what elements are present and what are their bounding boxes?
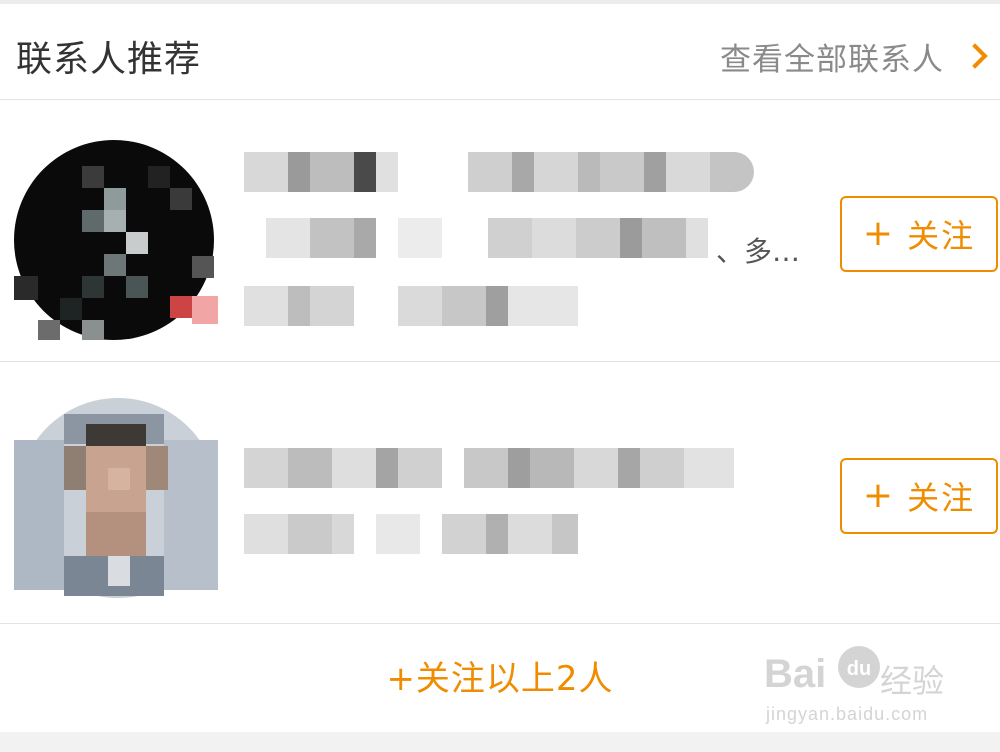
baidu-jingyan-watermark: Bai du 经验 jingyan.baidu.com (764, 644, 994, 734)
follow-button[interactable]: + 关注 (840, 458, 998, 534)
contact-desc-redacted (244, 218, 708, 258)
follow-label: 关注 (907, 217, 976, 255)
contact-avatar[interactable] (14, 136, 218, 340)
view-all-contacts-link[interactable]: 查看全部联系人 (720, 34, 990, 78)
contact-name-redacted (244, 448, 734, 488)
paw-logo-icon: du (838, 646, 880, 688)
contact-recommendation-card: 联系人推荐 查看全部联系人 、多… + 关注 + 关注 +关注以上2人 (0, 4, 1000, 732)
view-all-contacts-label: 查看全部联系人 (720, 41, 944, 78)
section-title: 联系人推荐 (16, 39, 202, 80)
watermark-url: jingyan.baidu.com (766, 704, 929, 724)
follow-all-button[interactable]: +关注以上2人 (386, 651, 613, 700)
card-header: 联系人推荐 查看全部联系人 (0, 4, 1000, 100)
watermark-brand: Bai (764, 652, 827, 696)
avatar-pixelated-icon (14, 140, 218, 340)
avatar-pixelated-icon (14, 398, 218, 598)
contact-desc-redacted (244, 514, 578, 554)
plus-icon: + (862, 475, 894, 516)
contact-name-redacted (244, 152, 754, 192)
contact-avatar[interactable] (14, 394, 218, 598)
plus-icon: + (862, 213, 894, 254)
watermark-suffix: 经验 (880, 662, 945, 700)
contact-row[interactable]: + 关注 (0, 362, 1000, 624)
contact-mutual-redacted (244, 286, 578, 326)
contact-row[interactable]: 、多… + 关注 (0, 100, 1000, 362)
contact-description-tail: 、多… (716, 235, 801, 268)
follow-label: 关注 (907, 479, 976, 517)
chevron-right-icon (962, 43, 988, 69)
follow-button[interactable]: + 关注 (840, 196, 998, 272)
svg-text:du: du (847, 658, 871, 680)
